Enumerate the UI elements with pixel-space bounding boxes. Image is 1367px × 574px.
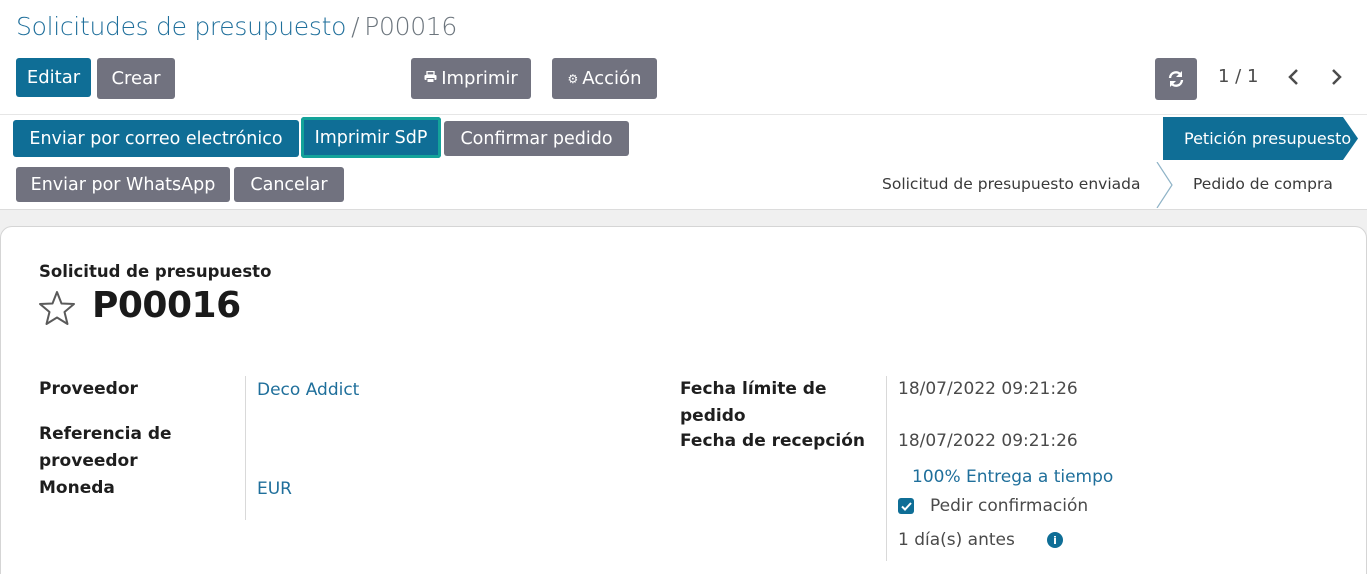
print-rfq-button[interactable]: Imprimir SdP (301, 117, 441, 158)
send-whatsapp-button[interactable]: Enviar por WhatsApp (16, 167, 230, 202)
action-dropdown-button[interactable]: ⚙ Acción (552, 58, 657, 99)
gear-icon: ⚙ (567, 71, 579, 86)
status-step-sent[interactable]: Solicitud de presupuesto enviada (882, 175, 1140, 193)
print-label: Imprimir (441, 68, 518, 89)
confirm-order-button[interactable]: Confirmar pedido (444, 121, 629, 156)
send-email-button[interactable]: Enviar por correo electrónico (13, 120, 299, 157)
pager-previous-icon[interactable] (1286, 62, 1300, 99)
info-icon[interactable]: i (1047, 532, 1063, 548)
document-type-label: Solicitud de presupuesto (39, 262, 272, 281)
on-time-delivery-link[interactable]: 100% Entrega a tiempo (912, 464, 1113, 491)
action-label: Acción (582, 68, 642, 89)
currency-label: Moneda (39, 478, 115, 498)
breadcrumb: Solicitudes de presupuesto / P00016 (16, 12, 457, 41)
refresh-button[interactable] (1155, 58, 1197, 100)
days-before-field[interactable]: 1 día(s) antes (898, 527, 1015, 554)
breadcrumb-separator: / (351, 12, 360, 41)
vendor-field[interactable]: Deco Addict (257, 377, 359, 404)
star-icon[interactable] (38, 290, 76, 326)
edit-button[interactable]: Editar (16, 58, 91, 97)
order-deadline-label: Fecha límite de pedido (680, 379, 827, 426)
status-step-purchase-order[interactable]: Pedido de compra (1193, 175, 1333, 193)
breadcrumb-current: P00016 (364, 12, 458, 41)
create-button[interactable]: Crear (97, 58, 175, 99)
ask-confirmation-checkbox[interactable] (898, 498, 914, 514)
pager-value[interactable]: 1 / 1 (1218, 66, 1258, 87)
breadcrumb-parent-link[interactable]: Solicitudes de presupuesto (16, 12, 346, 41)
printer-icon (424, 70, 437, 86)
record-name: P00016 (92, 285, 241, 326)
status-chevron-icon (1156, 162, 1173, 208)
receipt-date-field[interactable]: 18/07/2022 09:21:26 (898, 428, 1078, 455)
status-step-active: Petición presupuesto (1163, 117, 1358, 160)
left-group-divider (245, 376, 246, 520)
pager-next-icon[interactable] (1330, 62, 1344, 99)
receipt-date-label: Fecha de recepción (680, 431, 866, 451)
vendor-reference-label: Referencia de proveedor (39, 424, 172, 471)
right-group-divider (886, 376, 887, 561)
vendor-label: Proveedor (39, 379, 138, 399)
ask-confirmation-label: Pedir confirmación (930, 496, 1089, 516)
cancel-button[interactable]: Cancelar (234, 167, 344, 202)
currency-field[interactable]: EUR (257, 476, 292, 503)
order-deadline-field[interactable]: 18/07/2022 09:21:26 (898, 376, 1078, 403)
refresh-icon (1168, 71, 1184, 87)
print-dropdown-button[interactable]: Imprimir (411, 58, 531, 99)
checkmark-icon (900, 501, 912, 511)
